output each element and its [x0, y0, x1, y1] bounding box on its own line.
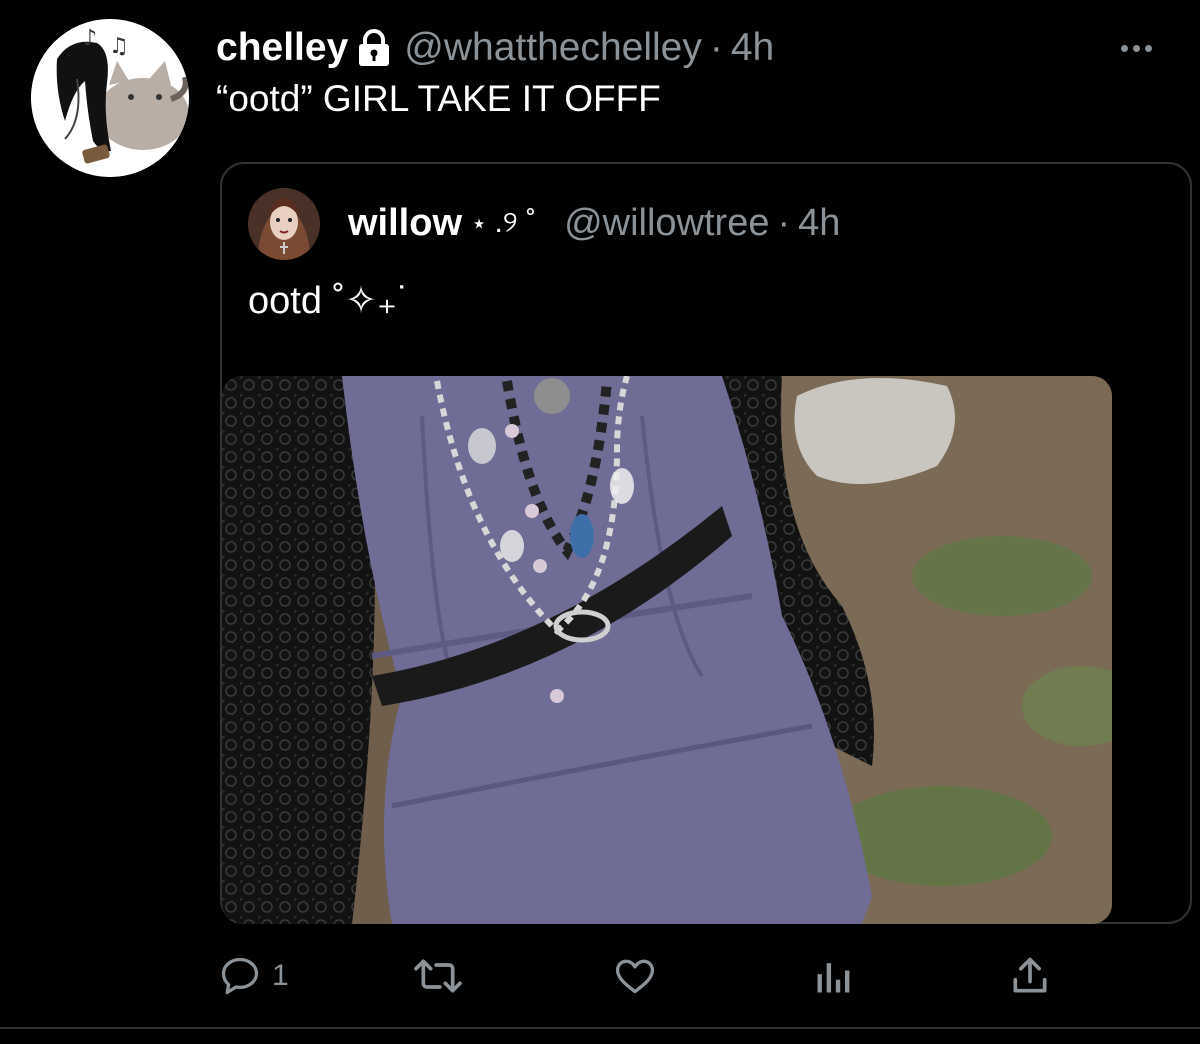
bottom-divider — [0, 1027, 1200, 1029]
tweet-action-bar: 1 — [0, 948, 1200, 1012]
portrait-avatar-icon — [248, 188, 320, 260]
author-avatar[interactable]: ♪ ♫ — [31, 19, 189, 177]
tweet-text: “ootd” GIRL TAKE IT OFFF — [216, 78, 661, 119]
heart-icon — [615, 959, 655, 994]
lock-icon — [356, 29, 392, 67]
reply-count: 1 — [272, 959, 289, 992]
reply-icon — [221, 957, 259, 995]
outfit-photo-image — [222, 376, 1112, 924]
name-decoration: ⋆ .୨ ˚ — [472, 206, 537, 239]
retweet-icon — [414, 959, 462, 993]
reply-button[interactable]: 1 — [218, 954, 289, 998]
more-options-icon[interactable] — [1121, 24, 1152, 72]
share-button[interactable] — [1008, 954, 1052, 998]
tweet-time[interactable]: 4h — [731, 26, 774, 70]
quoted-tweet-card[interactable]: willow ⋆ .୨ ˚ @willowtree · 4h ootd ˚✧₊˙ — [220, 162, 1192, 924]
quoted-tweet-text: ootd ˚✧₊˙ — [248, 280, 410, 322]
retweet-button[interactable] — [412, 954, 464, 998]
analytics-icon — [817, 963, 850, 993]
quoted-author-name[interactable]: willow — [348, 202, 462, 245]
analytics-button[interactable] — [812, 954, 856, 998]
separator-dot: · — [777, 201, 791, 244]
svg-text:♫: ♫ — [109, 34, 129, 59]
tweet-header: chelley @whatthechelley · 4h — [216, 24, 774, 72]
quoted-tweet-time[interactable]: 4h — [798, 202, 840, 245]
author-name[interactable]: chelley — [216, 26, 348, 70]
quoted-tweet-header: willow ⋆ .୨ ˚ @willowtree · 4h — [348, 197, 840, 249]
share-icon — [1013, 957, 1047, 993]
like-button[interactable] — [612, 954, 658, 998]
svg-text:♪: ♪ — [83, 26, 97, 51]
outfit-photo[interactable] — [222, 376, 1112, 924]
author-handle[interactable]: @whatthechelley — [404, 26, 702, 70]
quoted-author-handle[interactable]: @willowtree — [564, 202, 769, 245]
separator-dot: · — [709, 26, 723, 69]
quoted-author-avatar[interactable] — [248, 188, 320, 260]
cartoon-cat-avatar-icon: ♪ ♫ — [31, 19, 189, 177]
